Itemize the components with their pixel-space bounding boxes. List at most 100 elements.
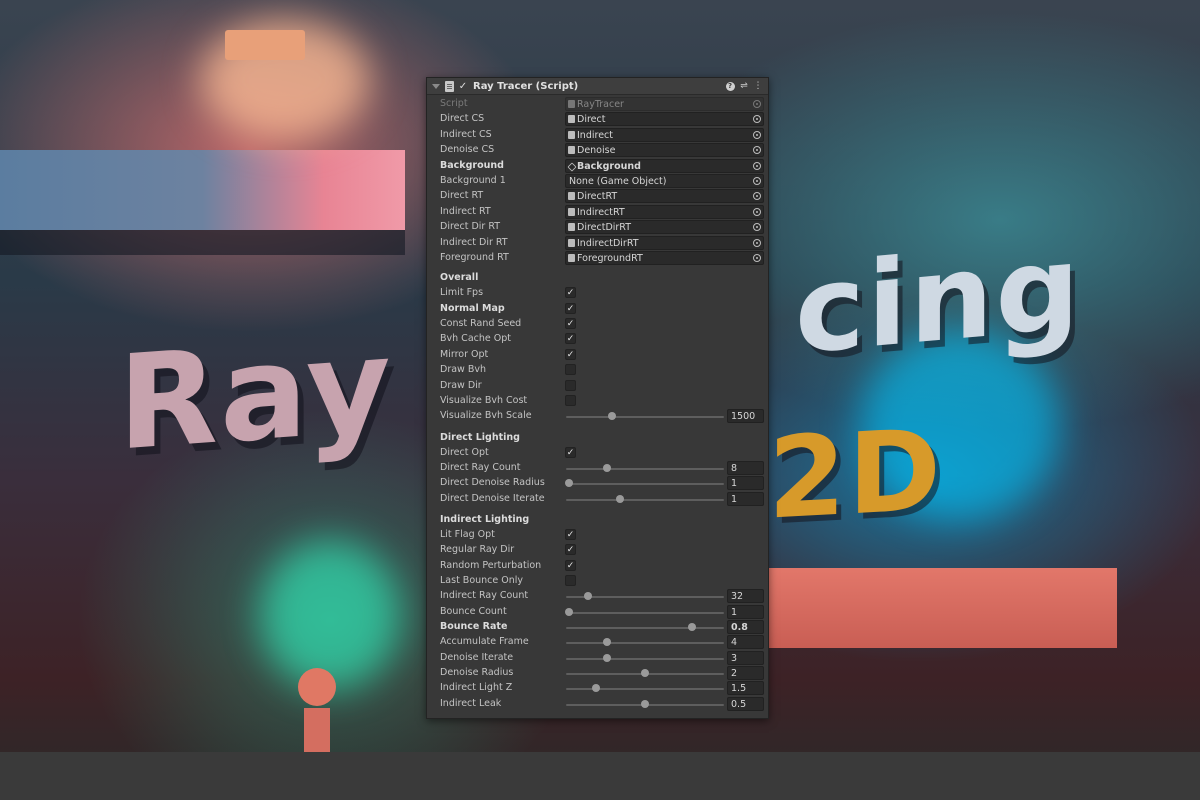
slider-track-bounce-count[interactable] <box>566 611 724 614</box>
slider-thumb-bounce-rate[interactable] <box>688 623 697 632</box>
object-field-direct-rt[interactable]: DirectRT <box>565 189 764 204</box>
object-picker-icon[interactable] <box>753 238 761 247</box>
object-picker-icon[interactable] <box>753 177 761 185</box>
object-picker-icon[interactable] <box>753 254 761 262</box>
field-label-regular-ray-dir: Regular Ray Dir <box>440 544 515 556</box>
slider-track-direct-ray-count[interactable] <box>566 467 724 470</box>
number-field-accumulate-frame[interactable]: 4 <box>727 635 764 650</box>
slider-track-direct-denoise-iterate[interactable] <box>566 498 724 501</box>
kebab-menu-icon[interactable]: ⋮ <box>752 80 764 92</box>
help-icon[interactable]: ? <box>724 80 736 92</box>
toggle-normal-map[interactable]: ✓ <box>565 302 576 314</box>
slider-track-visualize-bvh-scale[interactable] <box>566 416 724 419</box>
number-field-direct-denoise-radius[interactable]: 1 <box>727 476 764 491</box>
number-field-denoise-radius[interactable]: 2 <box>727 666 764 681</box>
slider-thumb-denoise-iterate[interactable] <box>603 653 612 662</box>
slider-track-denoise-iterate[interactable] <box>566 657 724 660</box>
object-field-indirect-rt[interactable]: IndirectRT <box>565 204 764 219</box>
object-picker-icon[interactable] <box>753 207 761 216</box>
field-row-indirect-light-z: Indirect Light Z 1.5 <box>427 681 768 696</box>
toggle-direct-opt[interactable]: ✓ <box>565 446 576 458</box>
toggle-regular-ray-dir[interactable]: ✓ <box>565 544 576 556</box>
slider-track-direct-denoise-radius[interactable] <box>566 483 724 486</box>
field-label-lit-flag-opt: Lit Flag Opt <box>440 528 495 540</box>
scene-lamp-left-glow <box>260 540 400 690</box>
object-field-indirect-cs[interactable]: Indirect <box>565 127 764 142</box>
number-field-bounce-rate[interactable]: 0.8 <box>727 620 764 635</box>
object-field-direct-dir-rt[interactable]: DirectDirRT <box>565 220 764 235</box>
field-row-bounce-count: Bounce Count 1 <box>427 604 768 620</box>
number-field-indirect-leak[interactable]: 0.5 <box>727 696 764 711</box>
slider-thumb-indirect-ray-count[interactable] <box>584 592 593 601</box>
slider-thumb-direct-denoise-radius[interactable] <box>565 479 574 488</box>
object-field-background[interactable]: Background <box>565 158 764 173</box>
object-picker-icon[interactable] <box>753 115 761 124</box>
section-title-direct-lighting: Direct Lighting <box>440 431 520 443</box>
toggle-limit-fps[interactable]: ✓ <box>565 287 576 299</box>
slider-thumb-direct-denoise-iterate[interactable] <box>615 494 624 503</box>
field-label-mirror-opt: Mirror Opt <box>440 348 489 360</box>
field-row-direct-opt: Direct Opt ✓ <box>427 446 768 461</box>
field-row-draw-bvh: Draw Bvh <box>427 363 768 378</box>
number-field-bounce-count[interactable]: 1 <box>727 604 764 619</box>
field-label-const-rand-seed: Const Rand Seed <box>440 318 522 330</box>
object-field-row: Direct Dir RT DirectDirRT <box>427 220 768 235</box>
number-field-direct-denoise-iterate[interactable]: 1 <box>727 491 764 506</box>
component-enable-checkbox[interactable]: ✓ <box>458 81 468 92</box>
toggle-visualize-bvh-cost[interactable] <box>565 394 576 406</box>
toggle-last-bounce-only[interactable] <box>565 575 576 586</box>
slider-thumb-visualize-bvh-scale[interactable] <box>607 412 616 421</box>
component-header[interactable]: ✓ Ray Tracer (Script) ? ⇌ ⋮ <box>427 78 768 95</box>
object-picker-icon[interactable] <box>753 146 761 155</box>
slider-thumb-bounce-count[interactable] <box>565 607 574 616</box>
slider-thumb-direct-ray-count[interactable] <box>603 463 612 472</box>
slider-track-indirect-light-z[interactable] <box>566 688 724 691</box>
object-picker-icon[interactable] <box>753 130 761 139</box>
slider-thumb-accumulate-frame[interactable] <box>603 638 612 647</box>
object-picker-icon[interactable] <box>753 223 761 232</box>
toggle-draw-bvh[interactable] <box>565 364 576 376</box>
field-label-direct-opt: Direct Opt <box>440 446 489 458</box>
script-asset-icon <box>568 146 575 155</box>
object-field-value: RayTracer <box>577 99 624 110</box>
field-label-background-1: Background 1 <box>440 175 506 186</box>
toggle-random-perturbation[interactable]: ✓ <box>565 559 576 571</box>
toggle-mirror-opt[interactable]: ✓ <box>565 348 576 360</box>
object-field-row: Indirect CS Indirect <box>427 127 768 143</box>
bottom-toolbar <box>0 752 1200 800</box>
number-field-denoise-iterate[interactable]: 3 <box>727 650 764 665</box>
number-field-direct-ray-count[interactable]: 8 <box>727 460 764 475</box>
object-picker-icon[interactable] <box>753 161 761 170</box>
slider-thumb-denoise-radius[interactable] <box>641 669 649 678</box>
object-field-foreground-rt[interactable]: ForegroundRT <box>565 251 764 265</box>
field-label-denoise-cs: Denoise CS <box>440 144 495 156</box>
object-field-direct-cs[interactable]: Direct <box>565 112 764 127</box>
number-field-indirect-ray-count[interactable]: 32 <box>727 589 764 604</box>
slider-track-accumulate-frame[interactable] <box>566 642 724 645</box>
slider-track-bounce-rate[interactable] <box>566 627 724 630</box>
number-field-visualize-bvh-scale[interactable]: 1500 <box>727 409 764 424</box>
foldout-arrow-icon[interactable] <box>432 83 440 89</box>
slider-thumb-indirect-light-z[interactable] <box>592 684 601 693</box>
slider-thumb-indirect-leak[interactable] <box>641 699 649 708</box>
toggle-lit-flag-opt[interactable]: ✓ <box>565 528 576 540</box>
field-row-direct-ray-count: Direct Ray Count 8 <box>427 460 768 476</box>
number-field-indirect-light-z[interactable]: 1.5 <box>727 681 764 696</box>
scene-wall-left-shadow <box>0 230 405 255</box>
toggle-const-rand-seed[interactable]: ✓ <box>565 318 576 330</box>
field-label-indirect-leak: Indirect Leak <box>440 697 502 709</box>
object-picker-icon[interactable] <box>753 192 761 201</box>
toggle-bvh-cache-opt[interactable]: ✓ <box>565 333 576 345</box>
presets-icon[interactable]: ⇌ <box>738 80 750 92</box>
field-label-random-perturbation: Random Perturbation <box>440 559 542 571</box>
object-field-background-1[interactable]: None (Game Object) <box>565 174 764 188</box>
field-label-direct-ray-count: Direct Ray Count <box>440 461 521 473</box>
field-label-denoise-radius: Denoise Radius <box>440 667 514 679</box>
field-label-bounce-count: Bounce Count <box>440 605 507 617</box>
toggle-draw-dir[interactable] <box>565 379 576 391</box>
object-field-indirect-dir-rt[interactable]: IndirectDirRT <box>565 235 764 250</box>
field-row-visualize-bvh-cost: Visualize Bvh Cost <box>427 394 768 409</box>
field-row-direct-denoise-iterate: Direct Denoise Iterate 1 <box>427 491 768 507</box>
object-field-denoise-cs[interactable]: Denoise <box>565 143 764 158</box>
field-label-direct-dir-rt: Direct Dir RT <box>440 221 501 233</box>
